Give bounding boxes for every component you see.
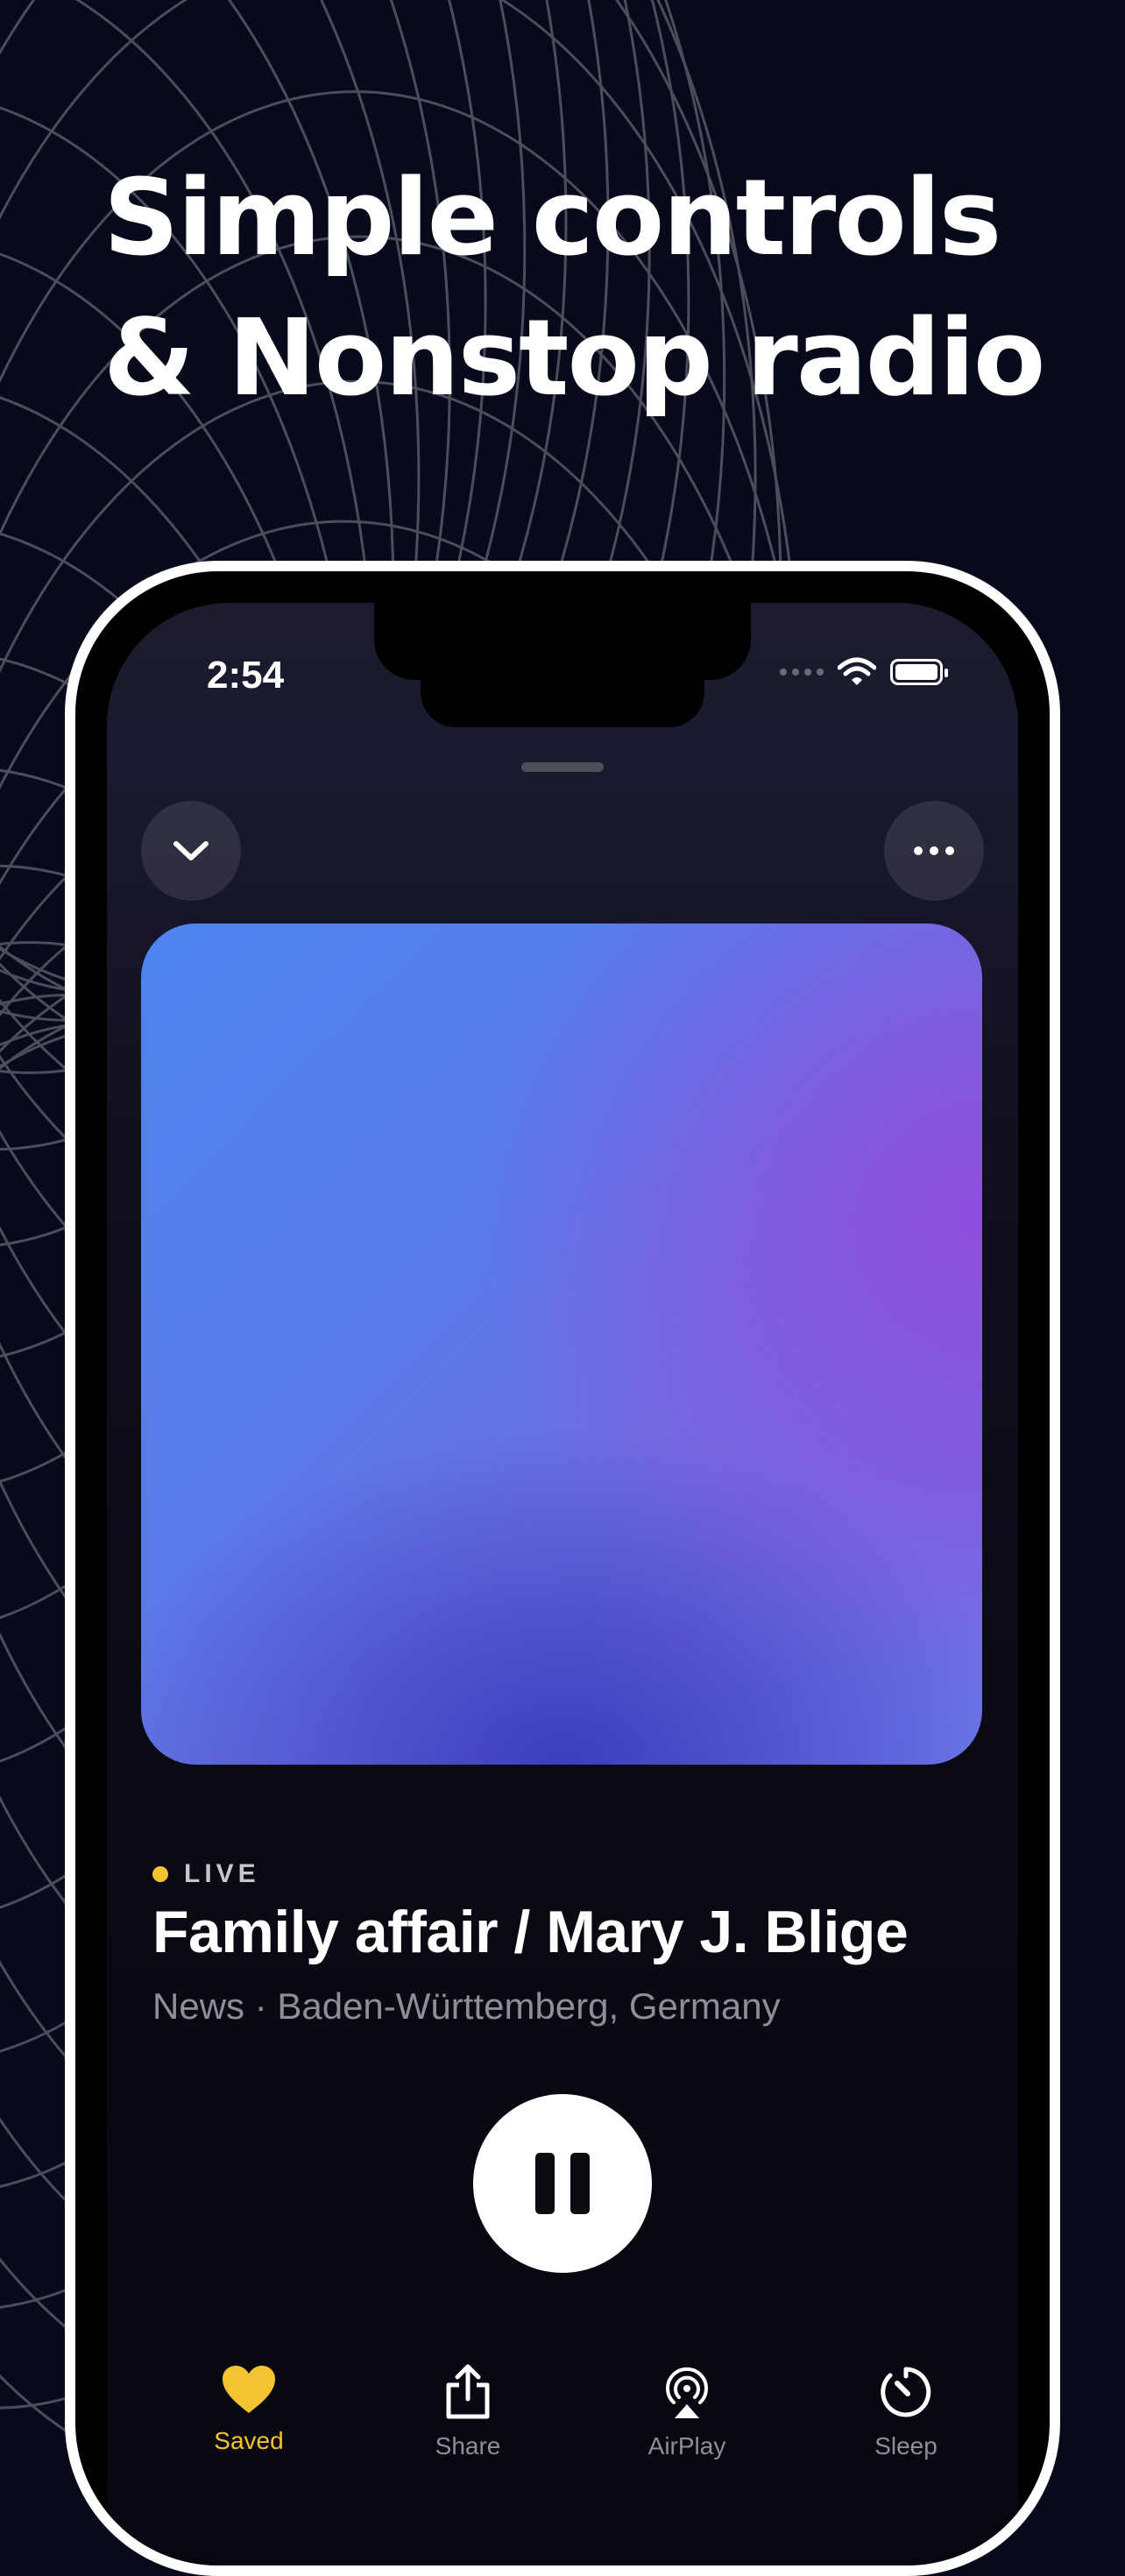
tab-label-share: Share — [435, 2432, 501, 2459]
timer-icon — [881, 2367, 931, 2417]
signal-icon — [780, 669, 824, 676]
chevron-down-icon — [173, 841, 209, 860]
wifi-icon — [838, 657, 876, 685]
track-title: Family affair / Mary J. Blige — [152, 1899, 909, 1965]
tab-label-airplay: AirPlay — [647, 2432, 726, 2459]
page-headline: Simple controls & Nonstop radio — [103, 149, 1067, 429]
status-icons — [780, 657, 948, 687]
tab-label-sleep: Sleep — [874, 2432, 938, 2459]
action-bar: Saved Share AirPlay Sleep — [107, 2364, 1018, 2469]
status-time: 2:54 — [207, 654, 285, 697]
station-artwork — [141, 924, 982, 1765]
tab-label-saved: Saved — [214, 2427, 284, 2454]
live-dot — [152, 1866, 168, 1882]
camera-island — [421, 655, 704, 727]
tab-saved[interactable]: Saved — [179, 2364, 319, 2455]
more-options-button[interactable] — [884, 801, 984, 901]
tab-sleep-timer[interactable]: Sleep — [836, 2364, 976, 2460]
headline-line-1: Simple controls — [103, 158, 1001, 280]
live-label: LIVE — [184, 1859, 260, 1888]
heart-icon — [223, 2366, 275, 2413]
phone-frame: 2:54 LIVE Family affair / Mary J. Blige — [65, 561, 1060, 2576]
headline-line-2: & Nonstop radio — [103, 298, 1045, 420]
phone-screen: 2:54 LIVE Family affair / Mary J. Blige — [107, 603, 1018, 2565]
tab-share[interactable]: Share — [398, 2364, 538, 2460]
tab-airplay[interactable]: AirPlay — [617, 2364, 757, 2460]
pause-icon — [535, 2153, 590, 2214]
live-indicator: LIVE — [152, 1859, 260, 1889]
share-icon — [446, 2364, 490, 2419]
more-icon — [914, 846, 954, 855]
sheet-grabber[interactable] — [521, 762, 604, 772]
battery-icon — [890, 659, 948, 685]
pause-button[interactable] — [473, 2094, 652, 2273]
collapse-button[interactable] — [141, 801, 241, 901]
station-subtitle: News · Baden-Württemberg, Germany — [152, 1985, 781, 2027]
airplay-icon — [666, 2367, 708, 2418]
